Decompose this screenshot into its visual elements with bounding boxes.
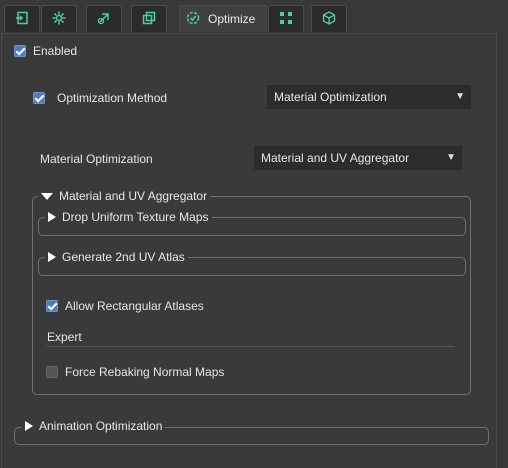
generate-atlas-header[interactable]: Generate 2nd UV Atlas — [45, 250, 188, 264]
chevron-down-icon: ▼ — [455, 91, 465, 102]
force-rebake-label: Force Rebaking Normal Maps — [65, 365, 225, 379]
enabled-checkbox[interactable] — [14, 45, 26, 57]
tab-cube[interactable] — [311, 5, 347, 32]
gear-icon — [52, 11, 66, 28]
tab-nodes[interactable] — [268, 5, 304, 32]
collapse-down-icon — [41, 192, 53, 200]
tab-bar: Optimize — [0, 0, 508, 33]
expert-label: Expert — [47, 330, 82, 344]
force-rebake-checkbox[interactable] — [46, 366, 58, 378]
expand-right-icon — [48, 252, 56, 262]
chevron-down-icon: ▼ — [446, 152, 456, 163]
allow-rect-checkbox[interactable] — [46, 300, 58, 312]
optimization-method-checkbox[interactable] — [33, 92, 45, 104]
allow-rect-label: Allow Rectangular Atlases — [65, 299, 204, 313]
optimization-method-select[interactable]: Material Optimization ▼ — [267, 85, 471, 109]
cube-icon — [322, 10, 336, 28]
tab-import[interactable] — [4, 5, 40, 32]
expand-right-icon — [48, 212, 56, 222]
material-optimization-label: Material Optimization — [40, 152, 153, 166]
animation-group-header[interactable]: Animation Optimization — [22, 419, 166, 433]
animation-group-title: Animation Optimization — [39, 419, 163, 433]
aggregator-group-title: Material and UV Aggregator — [59, 189, 208, 203]
tab-settings[interactable] — [41, 5, 77, 32]
tab-layers[interactable] — [131, 5, 167, 32]
nodes-icon — [279, 11, 293, 28]
tab-optimize-label: Optimize — [208, 12, 256, 26]
expand-right-icon — [25, 421, 33, 431]
layers-icon — [142, 11, 156, 28]
material-optimization-select[interactable]: Material and UV Aggregator ▼ — [254, 146, 462, 170]
tab-link[interactable] — [86, 5, 122, 32]
optimization-method-label: Optimization Method — [57, 91, 168, 105]
optimization-method-value: Material Optimization — [274, 90, 387, 104]
drop-uniform-header[interactable]: Drop Uniform Texture Maps — [45, 210, 212, 224]
link-icon — [97, 11, 111, 28]
drop-uniform-title: Drop Uniform Texture Maps — [62, 210, 209, 224]
tab-optimize[interactable]: Optimize — [179, 5, 267, 32]
expert-divider — [46, 346, 454, 347]
aggregator-group-header[interactable]: Material and UV Aggregator — [38, 189, 211, 203]
generate-atlas-title: Generate 2nd UV Atlas — [62, 250, 185, 264]
optimize-icon — [186, 11, 200, 28]
enabled-label: Enabled — [33, 44, 78, 58]
material-optimization-value: Material and UV Aggregator — [261, 151, 410, 165]
import-icon — [15, 11, 29, 28]
